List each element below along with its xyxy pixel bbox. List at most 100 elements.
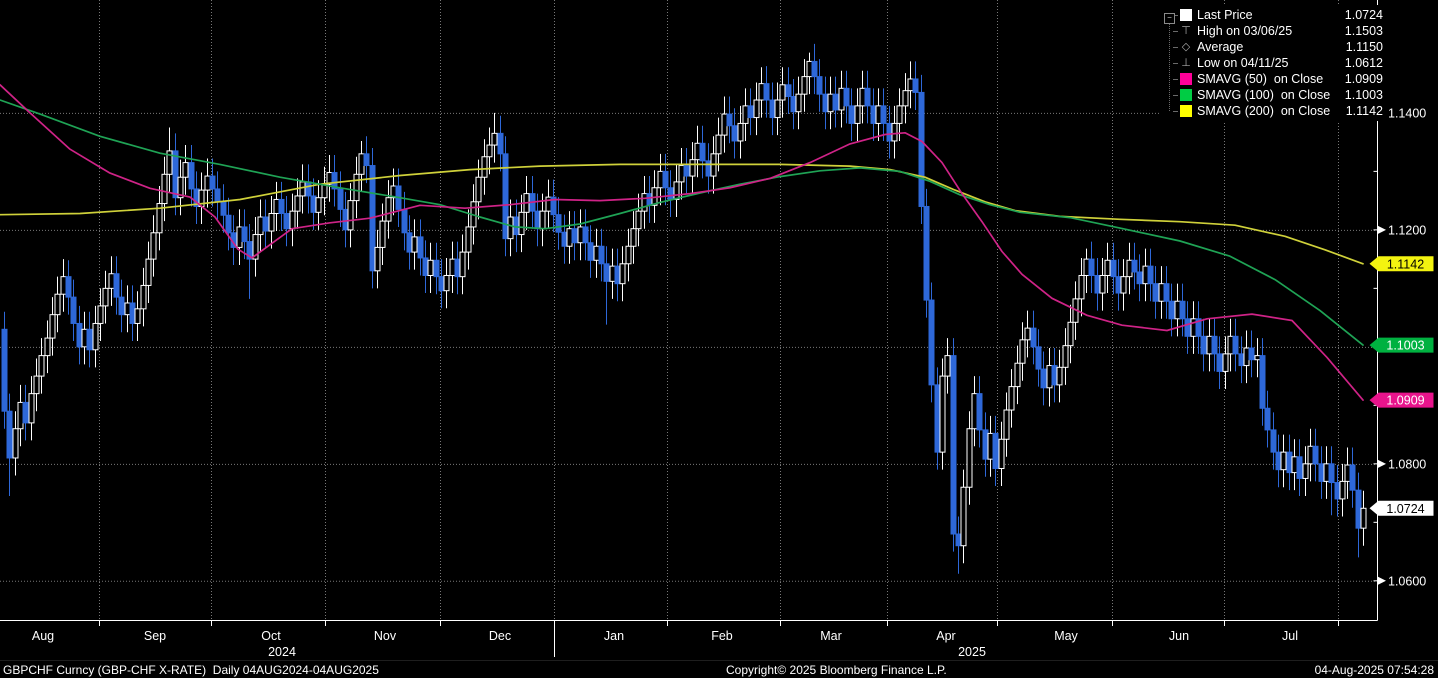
candle-down[interactable] (1238, 353, 1245, 367)
candle-up[interactable] (486, 144, 493, 158)
candle-down[interactable] (587, 242, 594, 261)
candle-up[interactable] (161, 173, 168, 205)
candle-up[interactable] (630, 228, 637, 247)
candle-up[interactable] (987, 432, 994, 460)
candle-up[interactable] (1003, 409, 1010, 440)
candle-up[interactable] (315, 197, 322, 213)
candle-up[interactable] (1067, 321, 1074, 347)
candle-down[interactable] (992, 432, 999, 470)
candle-up[interactable] (891, 122, 898, 142)
candle-down[interactable] (209, 175, 216, 190)
candle-up[interactable] (635, 210, 642, 230)
candle-down[interactable] (1, 328, 8, 412)
candle-down[interactable] (848, 105, 855, 124)
candle-up[interactable] (17, 401, 24, 430)
candle-down[interactable] (934, 384, 941, 453)
candle-down[interactable] (731, 125, 738, 142)
candle-down[interactable] (1051, 365, 1058, 386)
candle-up[interactable] (140, 284, 147, 310)
candle-down[interactable] (1184, 318, 1191, 337)
candle-up[interactable] (465, 226, 472, 253)
candle-up[interactable] (102, 287, 109, 307)
candle-down[interactable] (305, 181, 312, 197)
candle-up[interactable] (1302, 463, 1309, 479)
candle-down[interactable] (502, 153, 509, 240)
candle-down[interactable] (843, 87, 850, 107)
candle-down[interactable] (172, 150, 179, 199)
candle-down[interactable] (571, 228, 578, 244)
candle-down[interactable] (65, 276, 72, 298)
candle-up[interactable] (299, 181, 306, 197)
candle-down[interactable] (422, 257, 429, 276)
candle-up[interactable] (33, 375, 40, 395)
candle-up[interactable] (1078, 274, 1085, 300)
candle-down[interactable] (417, 236, 424, 259)
candle-down[interactable] (1147, 265, 1154, 285)
candle-down[interactable] (662, 170, 669, 189)
legend-row-low-on-04-11-25[interactable]: ⊥ Low on 04/11/25 1.0612 (1161, 55, 1387, 71)
candle-down[interactable] (1211, 335, 1218, 355)
candle-up[interactable] (374, 246, 381, 272)
candle-up[interactable] (779, 84, 786, 101)
candle-up[interactable] (321, 183, 328, 199)
candle-up[interactable] (518, 211, 525, 236)
legend-row-smavg-100-on-close[interactable]: SMAVG (100) on Close 1.1003 (1161, 87, 1387, 103)
candle-down[interactable] (1168, 300, 1175, 320)
candle-up[interactable] (1158, 283, 1165, 302)
candle-down[interactable] (822, 93, 829, 113)
candle-up[interactable] (38, 355, 45, 377)
candle-up[interactable] (1344, 464, 1351, 482)
candle-up[interactable] (998, 438, 1005, 470)
candle-down[interactable] (912, 78, 919, 93)
candle-down[interactable] (337, 188, 344, 210)
candle-down[interactable] (278, 198, 285, 214)
candle-down[interactable] (241, 226, 248, 243)
candle-up[interactable] (204, 175, 211, 191)
candle-up[interactable] (774, 99, 781, 119)
candle-down[interactable] (86, 328, 93, 351)
candle-up[interactable] (619, 263, 626, 285)
candle-up[interactable] (145, 258, 152, 286)
candle-down[interactable] (918, 91, 925, 207)
candle-down[interactable] (816, 76, 823, 95)
candle-up[interactable] (827, 93, 834, 113)
candle-down[interactable] (790, 96, 797, 113)
candle-up[interactable] (1019, 339, 1026, 364)
candle-up[interactable] (966, 428, 973, 488)
candle-up[interactable] (896, 105, 903, 124)
candle-down[interactable] (1115, 276, 1122, 294)
candle-up[interactable] (960, 486, 967, 547)
legend-row-smavg-200-on-close[interactable]: SMAVG (200) on Close 1.1142 (1161, 103, 1387, 119)
candle-down[interactable] (113, 273, 120, 298)
candle-up[interactable] (1339, 480, 1346, 500)
candle-down[interactable] (262, 216, 269, 232)
candle-up[interactable] (236, 226, 243, 248)
candle-up[interactable] (742, 105, 749, 124)
candle-up[interactable] (1099, 274, 1106, 294)
candle-down[interactable] (646, 193, 653, 206)
candle-down[interactable] (406, 232, 413, 253)
candle-down[interactable] (1334, 482, 1341, 500)
candle-up[interactable] (753, 99, 760, 119)
candle-up[interactable] (795, 93, 802, 113)
legend-row-high-on-03-06-25[interactable]: ⊤ High on 03/06/25 1.1503 (1161, 23, 1387, 39)
candle-up[interactable] (475, 176, 482, 203)
candle-up[interactable] (1062, 345, 1069, 368)
candle-up[interactable] (459, 251, 466, 278)
legend-expander-icon[interactable]: − (1164, 13, 1175, 24)
candle-down[interactable] (1136, 271, 1143, 285)
candle-down[interactable] (225, 214, 232, 234)
candle-up[interactable] (875, 105, 882, 124)
candle-down[interactable] (763, 83, 770, 101)
candle-up[interactable] (1323, 463, 1330, 482)
candle-up[interactable] (1056, 366, 1063, 386)
candle-up[interactable] (449, 258, 456, 276)
candle-down[interactable] (555, 214, 562, 233)
candle-up[interactable] (715, 134, 722, 155)
candle-up[interactable] (838, 87, 845, 111)
candle-down[interactable] (603, 263, 610, 282)
candle-down[interactable] (955, 533, 962, 547)
candle-up[interactable] (694, 142, 701, 161)
candle-down[interactable] (1232, 335, 1239, 355)
candle-down[interactable] (1270, 429, 1277, 453)
